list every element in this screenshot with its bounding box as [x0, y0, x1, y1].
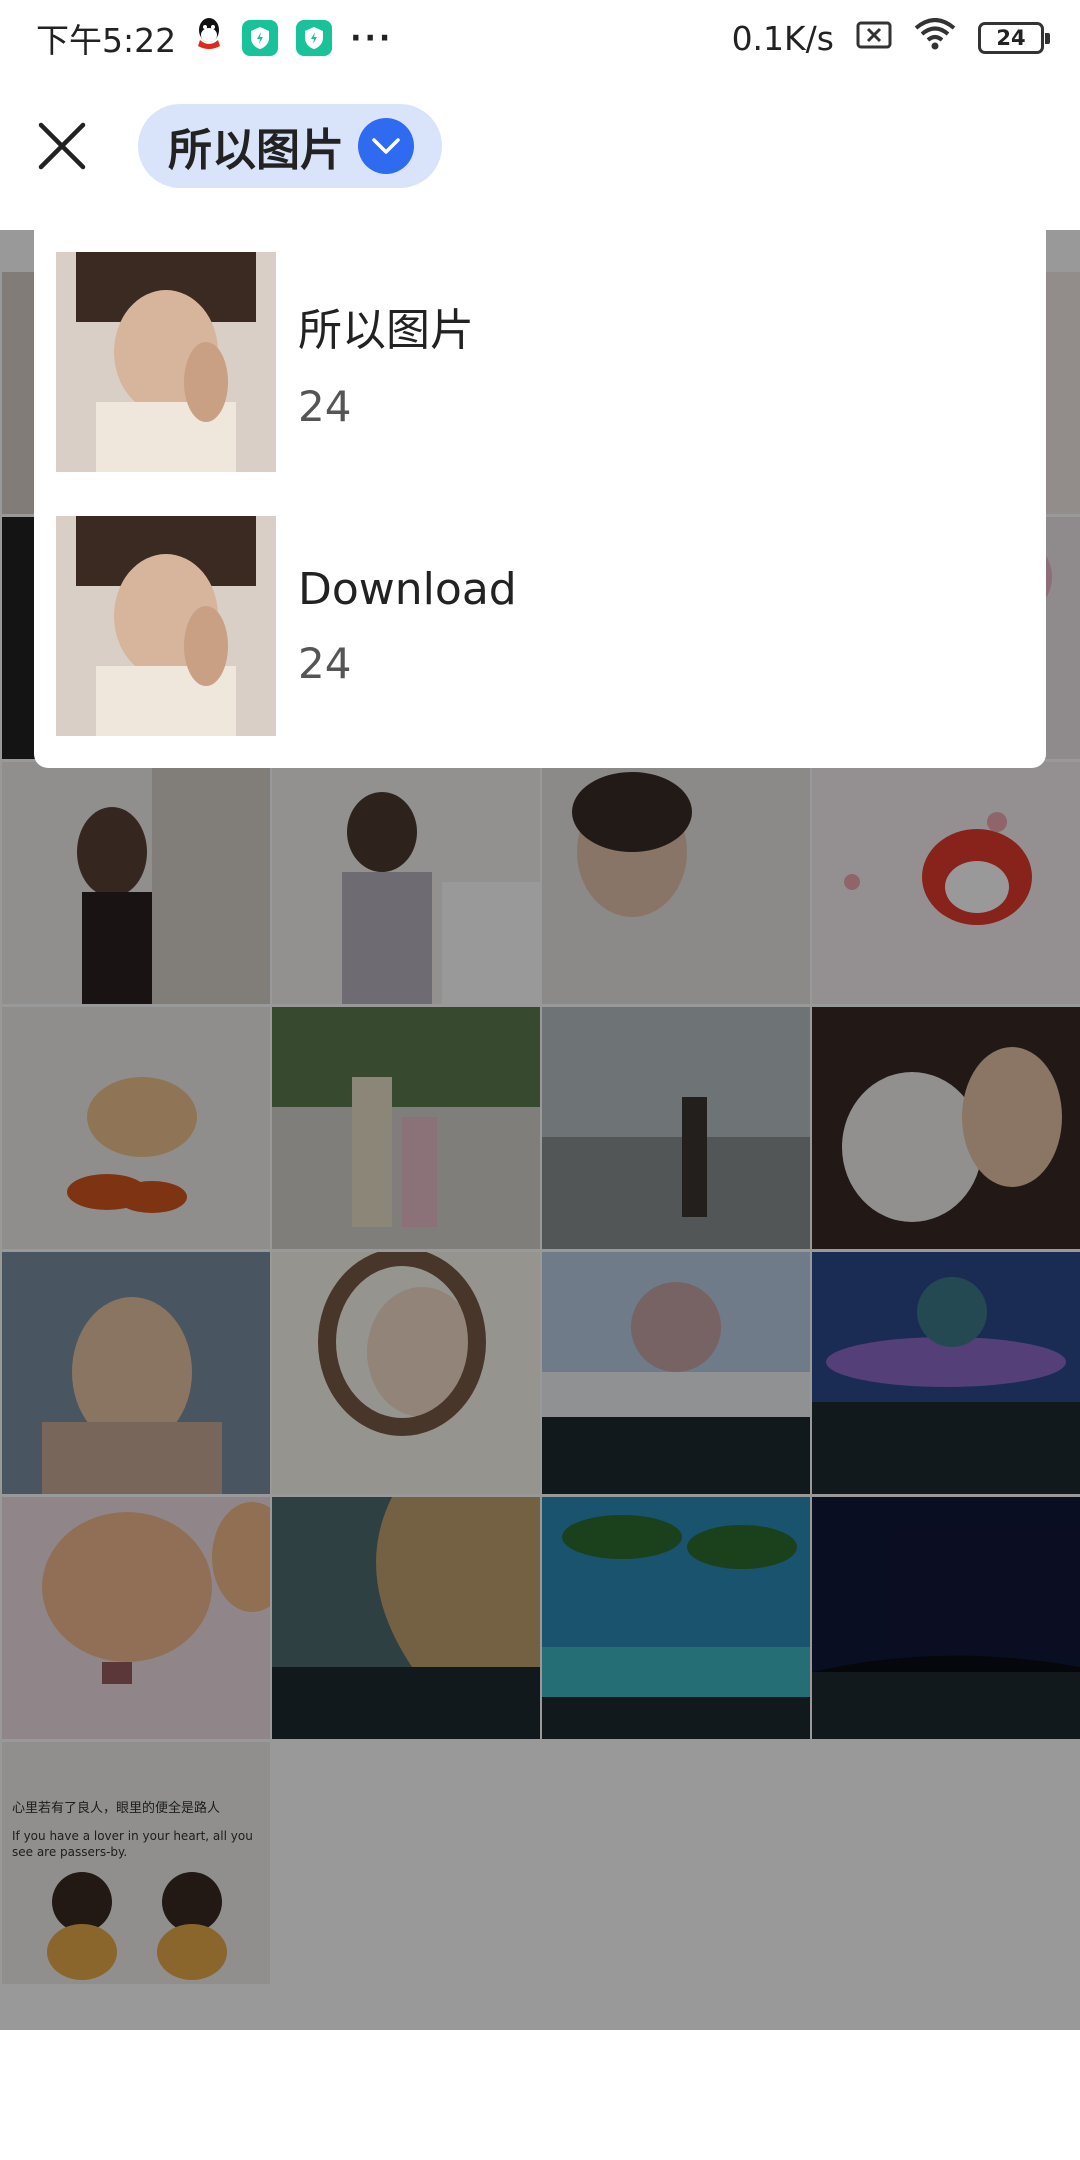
shield-icon	[242, 20, 279, 56]
wifi-icon	[914, 18, 956, 58]
more-notifications-icon: ···	[350, 20, 394, 56]
album-name: 所以图片	[298, 304, 474, 356]
album-count: 24	[298, 381, 352, 431]
album-name: Download	[298, 564, 517, 615]
album-item-download[interactable]: Download 24	[56, 516, 1016, 736]
shield-icon	[296, 20, 333, 56]
album-selector-label: 所以图片	[168, 125, 344, 176]
network-speed: 0.1K/s	[731, 18, 834, 58]
album-count: 24	[298, 639, 352, 688]
battery-level: 24	[996, 26, 1026, 50]
battery-icon: 24	[978, 22, 1050, 54]
status-bar: 下午5:22 ··· 0.1K/s 24	[0, 0, 1080, 76]
top-bar: 所以图片	[0, 76, 1080, 216]
chevron-down-icon	[358, 118, 414, 174]
close-button[interactable]	[22, 106, 102, 186]
status-time: 下午5:22	[36, 21, 177, 60]
album-cover	[56, 252, 276, 472]
album-dropdown: 所以图片 24 Download 24	[34, 218, 1046, 768]
album-item-all-photos[interactable]: 所以图片 24	[56, 252, 1016, 472]
album-selector[interactable]: 所以图片	[138, 104, 442, 188]
sim-off-icon	[856, 19, 892, 58]
qq-icon	[194, 16, 224, 60]
close-icon	[38, 122, 86, 170]
album-cover	[56, 516, 276, 736]
